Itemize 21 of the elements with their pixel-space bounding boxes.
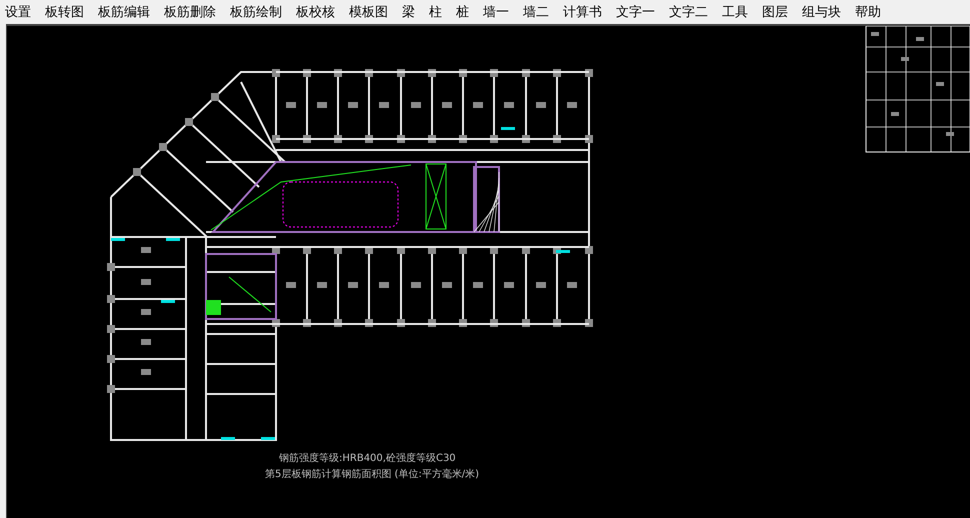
- menu-item[interactable]: 设置: [5, 6, 31, 18]
- menu-item[interactable]: 计算书: [563, 6, 602, 18]
- menu-item[interactable]: 板筋编辑: [98, 6, 150, 18]
- menu-item[interactable]: 板校核: [296, 6, 335, 18]
- menu-item[interactable]: 墙二: [523, 6, 549, 18]
- drawing-caption: 第5层板钢筋计算钢筋面积图 (单位:平方毫米/米): [265, 470, 480, 480]
- menu-item[interactable]: 工具: [722, 6, 748, 18]
- menu-item[interactable]: 桩: [456, 6, 469, 18]
- menu-item[interactable]: 墙一: [483, 6, 509, 18]
- menu-item[interactable]: 板筋绘制: [230, 6, 282, 18]
- menu-item[interactable]: 图层: [762, 6, 788, 18]
- menu-item[interactable]: 模板图: [349, 6, 388, 18]
- menu-item[interactable]: 文字二: [669, 6, 708, 18]
- menu-item[interactable]: 帮助: [855, 6, 881, 18]
- drawing-caption: 钢筋强度等级:HRB400,砼强度等级C30: [279, 454, 456, 464]
- menu-item[interactable]: 板转图: [45, 6, 84, 18]
- menu-item[interactable]: 组与块: [802, 6, 841, 18]
- menu-item[interactable]: 板筋删除: [164, 6, 216, 18]
- menu-item[interactable]: 文字一: [616, 6, 655, 18]
- menu-item[interactable]: 柱: [429, 6, 442, 18]
- menu-item[interactable]: 梁: [402, 6, 415, 18]
